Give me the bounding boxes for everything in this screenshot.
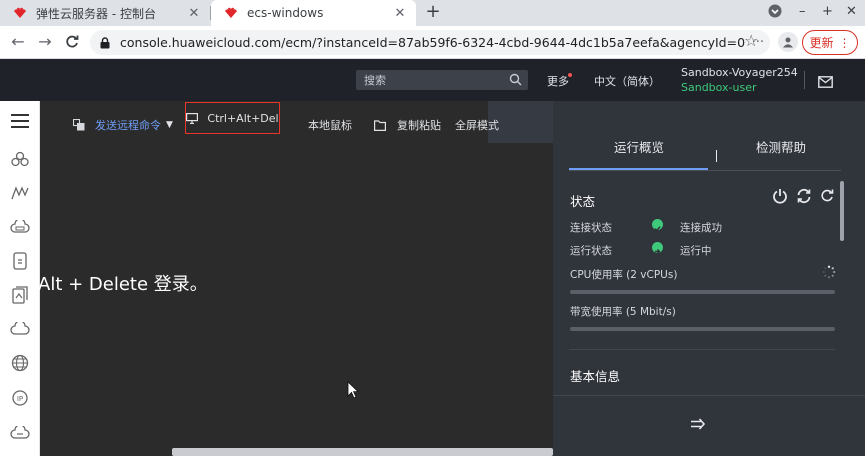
close-window-icon[interactable]: ✕ [846, 4, 857, 19]
globe-icon[interactable] [0, 351, 40, 375]
local-mouse-button[interactable]: 本地鼠标 [308, 117, 352, 133]
panel-scrollbar[interactable] [840, 181, 844, 241]
tab-title: 弹性云服务器 - 控制台 [36, 6, 156, 21]
new-tab-icon[interactable]: + [422, 2, 444, 24]
check-circle-icon [652, 219, 663, 232]
reload-icon[interactable] [61, 31, 83, 53]
mountain-service-icon[interactable] [0, 181, 40, 205]
mail-icon[interactable] [818, 73, 833, 92]
panel-footer-divider [553, 395, 865, 396]
cloud-icon[interactable] [0, 317, 40, 341]
tab-title: ecs-windows [247, 6, 324, 20]
horizontal-scrollbar[interactable] [172, 448, 553, 456]
run-status-value: 运行中 [680, 245, 712, 257]
browser-window: 弹性云服务器 - 控制台 ✕ ecs-windows ✕ + – + ✕ ← → [0, 0, 865, 456]
back-icon[interactable]: ← [7, 31, 29, 53]
caret-down-icon: ▼ [166, 120, 173, 130]
more-menu-link[interactable]: 更多 [547, 73, 569, 89]
huawei-logo-icon [12, 7, 28, 19]
power-icon[interactable] [772, 188, 788, 204]
cloud-link-icon[interactable] [0, 421, 40, 445]
restart-icon[interactable] [796, 188, 812, 204]
copy-paste-button[interactable]: 复制粘贴 [374, 117, 441, 133]
language-selector[interactable]: 中文（简体） [594, 73, 660, 89]
cpu-usage-label: CPU使用率 (2 vCPUs) [570, 269, 678, 281]
collapse-panel-icon[interactable] [690, 415, 706, 434]
search-placeholder: 搜索 [364, 74, 386, 87]
cloud-service-icon[interactable] [0, 147, 40, 171]
tab-ecs-console[interactable]: 弹性云服务器 - 控制台 ✕ [0, 0, 210, 26]
user-name[interactable]: Sandbox-Voyager254 [681, 66, 798, 79]
tab-diagnostics-help[interactable]: 检测帮助 [756, 137, 806, 156]
tab-ecs-windows[interactable]: ecs-windows ✕ [211, 0, 416, 26]
search-icon[interactable] [509, 73, 522, 89]
send-command-label: 发送远程命令 [95, 119, 161, 132]
profile-avatar-icon[interactable] [778, 32, 798, 52]
bandwidth-usage-bar [570, 327, 835, 331]
address-bar[interactable]: console.huaweicloud.com/ecm/?instanceId=… [90, 30, 770, 55]
forward-icon[interactable]: → [34, 31, 56, 53]
connection-status-value: 连接成功 [680, 222, 722, 234]
notification-dot [568, 73, 572, 77]
close-tab-icon[interactable]: ✕ [184, 6, 204, 21]
run-status-label: 运行状态 [570, 245, 612, 257]
console-page: 搜索 更多 中文（简体） Sandbox-Voyager254 Sandbox-… [0, 59, 865, 456]
remote-login-hint: Alt + Delete 登录。 [38, 274, 208, 295]
update-label: 更新 [809, 36, 834, 50]
copy-paste-label: 复制粘贴 [397, 119, 441, 132]
eip-icon[interactable]: IP [0, 386, 40, 410]
fullscreen-button[interactable]: 全屏模式 [455, 117, 499, 133]
tab-strip: 弹性云服务器 - 控制台 ✕ ecs-windows ✕ + – + ✕ [0, 0, 865, 26]
console-header: 搜索 更多 中文（简体） Sandbox-Voyager254 Sandbox-… [0, 59, 865, 101]
url-text: console.huaweicloud.com/ecm/?instanceId=… [120, 35, 746, 50]
folder-icon [374, 119, 386, 131]
bandwidth-usage-label: 带宽使用率 (5 Mbit/s) [570, 306, 676, 318]
tab-run-overview[interactable]: 运行概览 [614, 137, 664, 156]
text-cursor [716, 150, 717, 162]
search-input[interactable]: 搜索 [356, 70, 528, 90]
ctrl-alt-del-button[interactable]: Ctrl+Alt+Del [185, 102, 280, 134]
loading-spinner-icon [822, 265, 836, 279]
active-tab-indicator [569, 168, 708, 170]
svg-text:IP: IP [17, 395, 23, 403]
send-command-menu[interactable]: 发送远程命令 ▼ [73, 117, 173, 133]
cpu-usage-bar [570, 290, 835, 294]
browser-toolbar: ← → console.huaweicloud.com/ecm/?instanc… [0, 26, 865, 59]
disk-service-icon[interactable] [0, 215, 40, 239]
connection-status-label: 连接状态 [570, 222, 612, 234]
lock-icon[interactable] [100, 36, 114, 49]
bookmark-star-icon[interactable]: ☆ [744, 31, 758, 50]
power-control-group [772, 188, 834, 204]
update-button[interactable]: 更新 ⋮ [802, 30, 858, 55]
remote-toolbar: 发送远程命令 ▼ Ctrl+Alt+Del 本地鼠标 复制粘贴 全屏模式 [40, 101, 553, 143]
menu-icon[interactable] [0, 109, 40, 133]
huawei-logo-icon [223, 7, 239, 19]
storage-service-icon[interactable] [0, 249, 40, 273]
play-circle-icon [652, 242, 663, 254]
mouse-pointer-icon [347, 381, 359, 403]
tab-baseline [569, 170, 841, 171]
maximize-icon[interactable]: + [822, 4, 833, 19]
section-divider [569, 349, 835, 350]
tab-search-icon[interactable] [768, 4, 782, 22]
service-sidebar: IP [0, 101, 40, 456]
minimize-icon[interactable]: – [799, 4, 806, 19]
send-command-icon [73, 119, 85, 131]
header-divider [804, 71, 805, 89]
ctrl-alt-del-label: Ctrl+Alt+Del [207, 111, 279, 125]
status-title: 状态 [570, 194, 596, 209]
refresh-icon[interactable] [820, 189, 834, 203]
basic-info-title: 基本信息 [570, 369, 621, 384]
overview-panel: 运行概览 检测帮助 状态 连接状态 连接成功 运行状态 运行中 CPU使用率 (… [553, 101, 865, 456]
kebab-menu-icon: ⋮ [838, 35, 851, 50]
monitor-icon [186, 112, 199, 124]
user-subtitle[interactable]: Sandbox-user [681, 81, 757, 94]
close-tab-icon[interactable]: ✕ [390, 6, 410, 21]
image-service-icon[interactable] [0, 283, 40, 307]
